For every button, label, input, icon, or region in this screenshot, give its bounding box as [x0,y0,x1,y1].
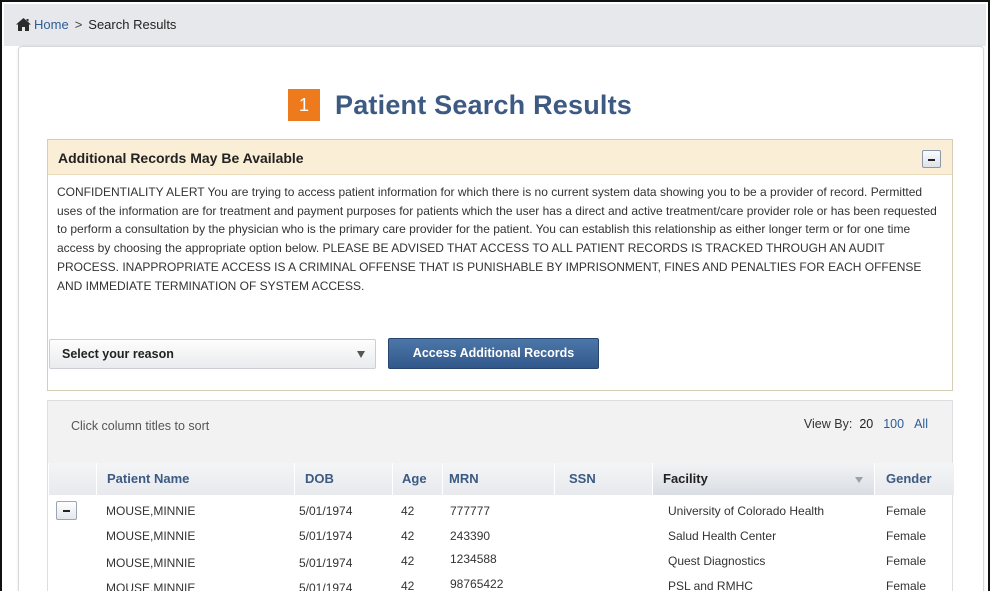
view-by-100[interactable]: 100 [883,417,904,431]
breadcrumb-separator: > [74,17,83,32]
column-header-patient-name[interactable]: Patient Name [96,463,294,495]
cell-gender: Female [886,579,927,591]
sort-descending-icon [855,477,863,483]
cell-facility: Salud Health Center [668,529,777,543]
column-header-dob[interactable]: DOB [294,463,392,495]
reason-select[interactable]: Select your reason [49,339,376,369]
cell-patient-name: MOUSE,MINNIE [106,556,196,570]
access-additional-records-button[interactable]: Access Additional Records [388,338,599,369]
cell-facility: PSL and RMHC [668,579,753,591]
column-header-facility[interactable]: Facility [652,463,874,495]
browser-frame: Home > Search Results 1 Patient Search R… [0,0,990,591]
cell-mrn: 98765422 [450,577,504,591]
column-header-ssn[interactable]: SSN [554,463,652,495]
view-by-20[interactable]: 20 [859,417,873,431]
cell-mrn: 1234588 [450,552,497,566]
home-icon [16,18,31,31]
column-header-age[interactable]: Age [392,463,442,495]
cell-facility: Quest Diagnostics [668,554,766,568]
collapse-alert-button[interactable] [922,150,941,168]
breadcrumb-home-link[interactable]: Home [34,17,69,32]
view-by: View By: 20 100 All [804,417,928,431]
column-header-mrn[interactable]: MRN [442,463,554,495]
cell-gender: Female [886,504,927,518]
results-panel: Click column titles to sort View By: 20 … [47,400,954,591]
column-header-gender[interactable]: Gender [874,463,954,495]
alert-title: Additional Records May Be Available [58,150,304,166]
cell-gender: Female [886,554,927,568]
reason-select-value: Select your reason [62,347,174,361]
results-toolbar: Click column titles to sort View By: 20 … [48,401,952,463]
table-header: Patient Name DOB Age MRN SSN Facility Ge… [48,463,954,495]
cell-dob: 5/01/1974 [299,529,353,543]
cell-facility: University of Colorado Health [668,504,825,518]
additional-records-panel: Additional Records May Be Available CONF… [47,139,953,391]
cell-mrn: 777777 [450,504,491,518]
alert-header: Additional Records May Be Available [48,140,952,175]
cell-mrn: 243390 [450,529,491,543]
table-row[interactable]: MOUSE,MINNIE 5/01/1974 42 777777 Univers… [48,499,952,524]
cell-gender: Female [886,529,927,543]
column-header-expand [48,463,96,495]
cell-dob: 5/01/1974 [299,504,353,518]
table-row[interactable]: MOUSE,MINNIE 5/01/1974 42 243390 Salud H… [48,524,952,549]
cell-age: 42 [401,554,415,568]
cell-age: 42 [401,579,415,591]
breadcrumb: Home > Search Results [16,17,176,32]
breadcrumb-current: Search Results [88,17,177,32]
cell-dob: 5/01/1974 [299,581,353,591]
cell-patient-name: MOUSE,MINNIE [106,581,196,591]
sort-hint: Click column titles to sort [71,419,210,433]
cell-patient-name: MOUSE,MINNIE [106,504,196,518]
table-row[interactable]: MOUSE,MINNIE 5/01/1974 42 1234588 Quest … [48,549,952,574]
view-by-all[interactable]: All [914,417,928,431]
cell-age: 42 [401,504,415,518]
step-badge: 1 [288,89,320,121]
page-title: Patient Search Results [335,90,633,120]
cell-patient-name: MOUSE,MINNIE [106,529,196,543]
cell-age: 42 [401,529,415,543]
top-bar: Home > Search Results [4,4,986,46]
view-by-label: View By: [803,417,853,431]
cell-dob: 5/01/1974 [299,556,353,570]
column-header-facility-label: Facility [663,471,708,486]
confidentiality-alert-text: CONFIDENTIALITY ALERT You are trying to … [57,185,937,293]
collapse-row-button[interactable] [56,501,77,520]
table-row[interactable]: MOUSE,MINNIE 5/01/1974 42 98765422 PSL a… [48,574,952,591]
chevron-down-icon [357,351,365,358]
